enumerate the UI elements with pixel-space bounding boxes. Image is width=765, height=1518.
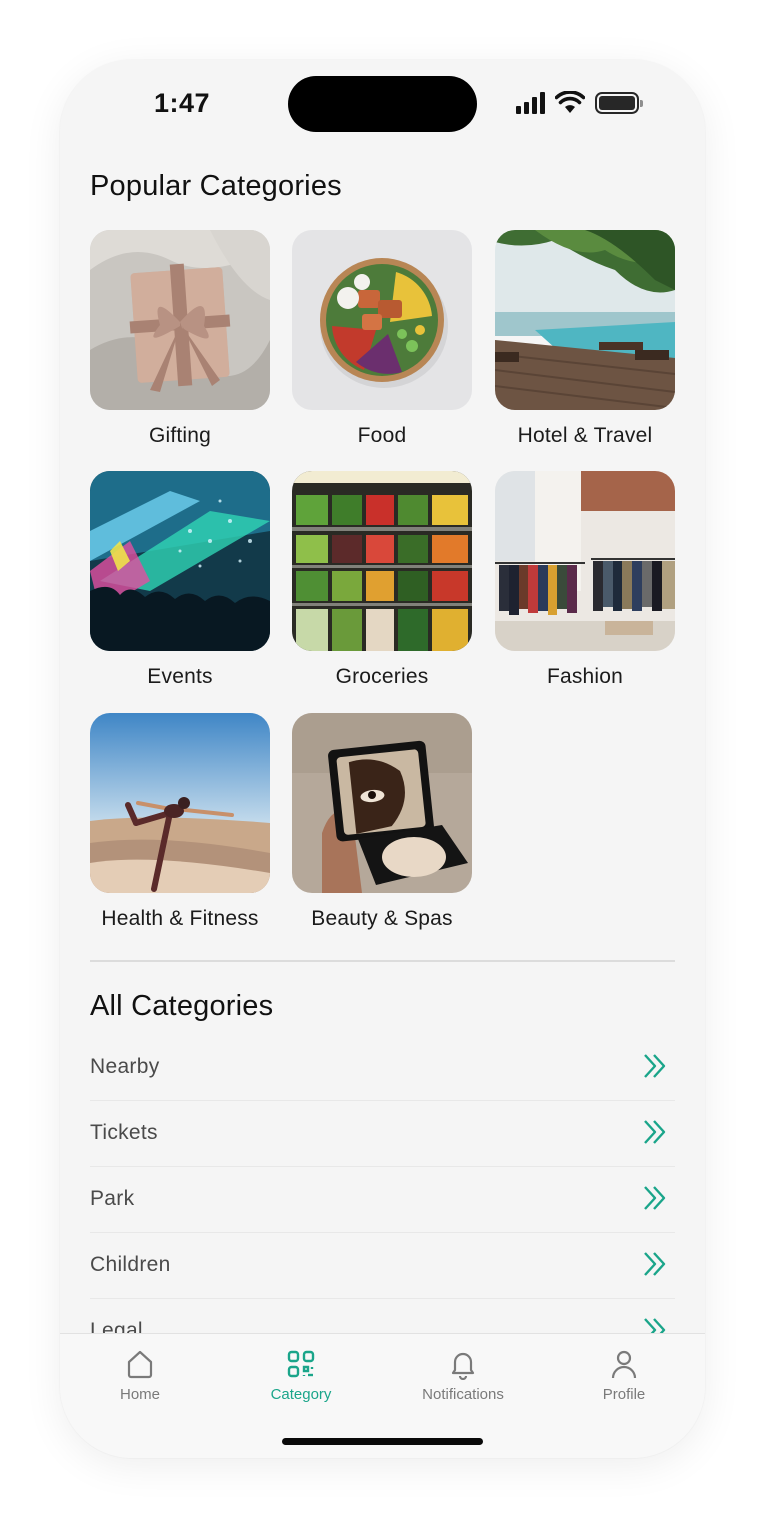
nav-label: Profile xyxy=(602,1386,646,1403)
all-categories-title: All Categories xyxy=(90,990,274,1022)
cellular-signal-icon xyxy=(516,92,545,114)
gifting-image xyxy=(90,230,270,410)
beauty-spas-image xyxy=(292,713,472,893)
wifi-icon xyxy=(555,91,585,113)
nav-category[interactable]: Category xyxy=(236,1348,366,1403)
food-image xyxy=(292,230,472,410)
category-card-hotel-travel[interactable]: Hotel & Travel xyxy=(495,230,675,447)
nav-label: Category xyxy=(270,1386,332,1403)
list-item-tickets[interactable]: Tickets xyxy=(90,1101,675,1167)
double-chevron-right-icon xyxy=(644,1054,666,1078)
list-item-label: Park xyxy=(90,1187,135,1210)
double-chevron-right-icon xyxy=(644,1120,666,1144)
user-icon xyxy=(611,1350,637,1379)
category-card-events[interactable]: Events xyxy=(90,471,270,688)
category-card-gifting[interactable]: Gifting xyxy=(90,230,270,447)
list-item-label: Legal xyxy=(90,1319,143,1333)
double-chevron-right-icon xyxy=(644,1186,666,1210)
category-card-groceries[interactable]: Groceries xyxy=(292,471,472,688)
section-divider xyxy=(90,960,675,962)
list-item-nearby[interactable]: Nearby xyxy=(90,1035,675,1101)
list-item-label: Tickets xyxy=(90,1121,158,1144)
category-card-fashion[interactable]: Fashion xyxy=(495,471,675,688)
nav-profile[interactable]: Profile xyxy=(559,1348,689,1403)
bell-icon xyxy=(451,1352,475,1380)
battery-icon xyxy=(595,92,643,114)
list-item-label: Nearby xyxy=(90,1055,160,1078)
dynamic-island xyxy=(288,76,477,132)
double-chevron-right-icon xyxy=(644,1252,666,1276)
health-fitness-image xyxy=(90,713,270,893)
nav-home[interactable]: Home xyxy=(75,1348,205,1403)
category-label: Hotel & Travel xyxy=(517,424,653,447)
nav-label: Notifications xyxy=(422,1386,504,1403)
status-icons xyxy=(516,90,643,116)
list-item-children[interactable]: Children xyxy=(90,1233,675,1299)
fashion-image xyxy=(495,471,675,651)
category-qr-icon xyxy=(287,1350,315,1378)
groceries-image xyxy=(292,471,472,651)
category-label: Beauty & Spas xyxy=(311,907,453,930)
popular-categories-title: Popular Categories xyxy=(90,170,342,202)
category-card-food[interactable]: Food xyxy=(292,230,472,447)
double-chevron-right-icon xyxy=(644,1318,666,1333)
category-card-beauty-spas[interactable]: Beauty & Spas xyxy=(292,713,472,930)
list-item-label: Children xyxy=(90,1253,171,1276)
all-categories-list: Nearby Tickets Park Children Legal xyxy=(90,1035,675,1333)
hotel-travel-image xyxy=(495,230,675,410)
nav-notifications[interactable]: Notifications xyxy=(398,1348,528,1403)
list-item-park[interactable]: Park xyxy=(90,1167,675,1233)
nav-label: Home xyxy=(119,1386,160,1403)
list-item-legal[interactable]: Legal xyxy=(90,1299,675,1333)
events-image xyxy=(90,471,270,651)
phone-frame: 1:47 Popular Categories Gifting Food Hot… xyxy=(60,60,705,1458)
home-icon xyxy=(127,1350,153,1379)
status-time: 1:47 xyxy=(154,88,211,118)
category-card-health-fitness[interactable]: Health & Fitness xyxy=(90,713,270,930)
home-indicator xyxy=(282,1438,483,1445)
category-label: Fashion xyxy=(546,665,624,688)
